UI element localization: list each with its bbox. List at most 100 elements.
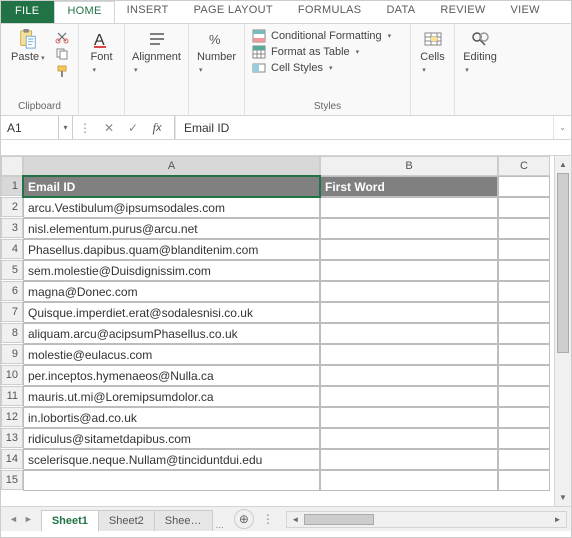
cell[interactable] — [498, 281, 550, 302]
scroll-left-button[interactable]: ◄ — [287, 515, 304, 524]
format-as-table-button[interactable]: Format as Table▾ — [251, 45, 391, 59]
row-header[interactable]: 7 — [1, 302, 23, 322]
scroll-down-button[interactable]: ▼ — [555, 489, 571, 506]
row-header[interactable]: 12 — [1, 407, 23, 427]
cell[interactable] — [498, 470, 550, 491]
cell-styles-button[interactable]: Cell Styles▾ — [251, 61, 391, 75]
column-header-c[interactable]: C — [498, 156, 550, 176]
cell[interactable]: Quisque.imperdiet.erat@sodalesnisi.co.uk — [23, 302, 320, 323]
column-header-a[interactable]: A — [23, 156, 320, 176]
scroll-right-button[interactable]: ► — [549, 515, 566, 524]
cell[interactable]: sem.molestie@Duisdignissim.com — [23, 260, 320, 281]
cell[interactable]: aliquam.arcu@acipsumPhasellus.co.uk — [23, 323, 320, 344]
cell[interactable]: scelerisque.neque.Nullam@tinciduntdui.ed… — [23, 449, 320, 470]
cell[interactable]: ridiculus@sitametdapibus.com — [23, 428, 320, 449]
cell[interactable] — [320, 323, 498, 344]
sheet-tab-sheet3[interactable]: Shee… — [154, 510, 213, 531]
column-header-b[interactable]: B — [320, 156, 498, 176]
cell[interactable]: arcu.Vestibulum@ipsumsodales.com — [23, 197, 320, 218]
row-header[interactable]: 5 — [1, 260, 23, 280]
row-header[interactable]: 11 — [1, 386, 23, 406]
scroll-up-button[interactable]: ▲ — [555, 156, 571, 173]
row-header[interactable]: 3 — [1, 218, 23, 238]
cell[interactable] — [320, 302, 498, 323]
cell[interactable] — [320, 365, 498, 386]
row-header[interactable]: 4 — [1, 239, 23, 259]
row-header[interactable]: 2 — [1, 197, 23, 217]
tab-view[interactable]: VIEW — [499, 1, 553, 23]
cell-b1[interactable]: First Word — [320, 176, 498, 197]
tab-page-layout[interactable]: PAGE LAYOUT — [182, 1, 286, 23]
cell[interactable] — [320, 449, 498, 470]
cell[interactable]: molestie@eulacus.com — [23, 344, 320, 365]
scroll-thumb[interactable] — [304, 514, 374, 525]
cell[interactable] — [23, 470, 320, 491]
cell[interactable] — [320, 407, 498, 428]
scroll-thumb[interactable] — [557, 173, 569, 353]
row-header[interactable]: 15 — [1, 470, 23, 490]
editing-button[interactable]: Editing▾ — [459, 27, 501, 77]
cell[interactable] — [498, 197, 550, 218]
sheet-tab-sheet1[interactable]: Sheet1 — [41, 510, 99, 532]
sheet-tab-sheet2[interactable]: Sheet2 — [98, 510, 155, 531]
alignment-button[interactable]: Alignment▾ — [128, 27, 185, 77]
tab-file[interactable]: FILE — [1, 1, 54, 23]
formula-bar-expand[interactable]: ⌄ — [553, 116, 571, 139]
cell[interactable] — [320, 470, 498, 491]
paste-button[interactable]: Paste▾ — [7, 27, 49, 65]
row-header[interactable]: 10 — [1, 365, 23, 385]
tab-review[interactable]: REVIEW — [428, 1, 498, 23]
cell[interactable] — [498, 407, 550, 428]
cell[interactable] — [320, 281, 498, 302]
cell[interactable] — [320, 386, 498, 407]
cell[interactable] — [498, 344, 550, 365]
tab-formulas[interactable]: FORMULAS — [286, 1, 375, 23]
cancel-formula-button[interactable]: ✕ — [97, 121, 121, 135]
row-header[interactable]: 13 — [1, 428, 23, 448]
row-header[interactable]: 8 — [1, 323, 23, 343]
add-sheet-button[interactable]: ⊕ — [234, 509, 254, 529]
row-header[interactable]: 14 — [1, 449, 23, 469]
copy-button[interactable] — [53, 47, 71, 61]
cell[interactable] — [498, 302, 550, 323]
horizontal-scrollbar[interactable]: ◄ ► — [286, 511, 567, 528]
cell[interactable] — [498, 365, 550, 386]
cell-a1[interactable]: Email ID — [23, 176, 320, 197]
cell[interactable] — [320, 428, 498, 449]
cell[interactable] — [320, 197, 498, 218]
name-box-dropdown[interactable]: ▾ — [59, 116, 73, 139]
formula-dots[interactable]: ⋮ — [73, 121, 97, 135]
conditional-formatting-button[interactable]: Conditional Formatting▾ — [251, 29, 391, 43]
number-button[interactable]: % Number▾ — [193, 27, 240, 77]
insert-function-button[interactable]: fx — [145, 120, 169, 136]
row-header[interactable]: 6 — [1, 281, 23, 301]
cell[interactable] — [498, 323, 550, 344]
font-button[interactable]: A Font▾ — [86, 27, 116, 77]
name-box[interactable]: A1 — [1, 116, 59, 139]
cell[interactable] — [498, 239, 550, 260]
cell[interactable] — [498, 386, 550, 407]
cut-button[interactable] — [53, 30, 71, 44]
cell[interactable] — [320, 239, 498, 260]
cell[interactable] — [498, 260, 550, 281]
cell[interactable]: mauris.ut.mi@Loremipsumdolor.ca — [23, 386, 320, 407]
cell[interactable]: magna@Donec.com — [23, 281, 320, 302]
cell[interactable] — [498, 218, 550, 239]
cell[interactable]: per.inceptos.hymenaeos@Nulla.ca — [23, 365, 320, 386]
select-all-corner[interactable] — [1, 156, 23, 176]
cell[interactable] — [498, 449, 550, 470]
vertical-scrollbar[interactable]: ▲ ▼ — [554, 156, 571, 506]
cell[interactable] — [320, 260, 498, 281]
tab-home[interactable]: HOME — [54, 1, 114, 23]
cell[interactable]: Phasellus.dapibus.quam@blanditenim.com — [23, 239, 320, 260]
sheet-nav-prev[interactable]: ◄ — [9, 514, 18, 524]
tab-insert[interactable]: INSERT — [115, 1, 182, 23]
cells-button[interactable]: Cells▾ — [416, 27, 448, 77]
row-header[interactable]: 9 — [1, 344, 23, 364]
enter-formula-button[interactable]: ✓ — [121, 121, 145, 135]
cell[interactable]: nisl.elementum.purus@arcu.net — [23, 218, 320, 239]
format-painter-button[interactable] — [53, 64, 71, 78]
row-header[interactable]: 1 — [1, 176, 23, 196]
cell[interactable]: in.lobortis@ad.co.uk — [23, 407, 320, 428]
cell-c1[interactable] — [498, 176, 550, 197]
